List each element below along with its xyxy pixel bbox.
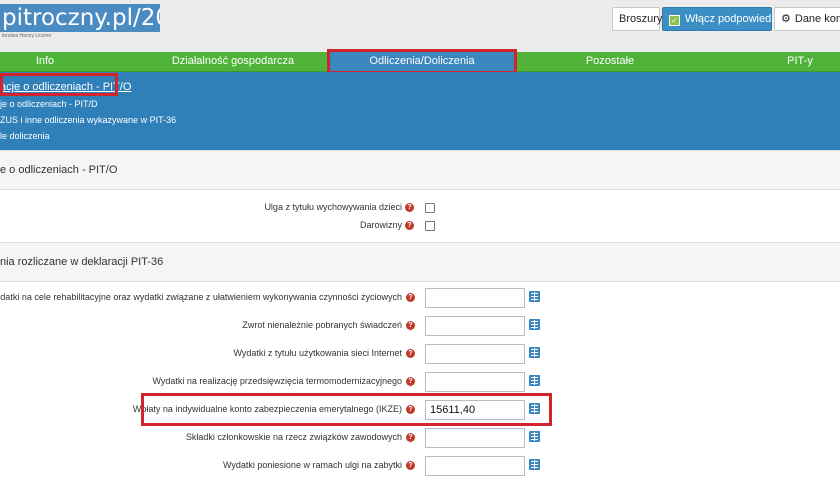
calculator-icon[interactable] [529,375,540,386]
termomodernizacja-input[interactable] [425,372,525,392]
help-icon[interactable]: ? [405,221,414,230]
help-icon[interactable]: ? [406,321,415,330]
broszury-label: Broszury [619,13,663,25]
subnav-panel: acje o odliczeniach - PIT/O je o odlicze… [0,72,840,150]
dane-konta-label: Dane konta [794,13,840,25]
nav-item-info[interactable]: Info [0,52,90,71]
section-header-pito: e o odliczeniach - PIT/O [0,150,840,190]
rehabilitacja-input[interactable] [425,288,525,308]
ikze-input[interactable]: 15611,40 [425,400,525,420]
calculator-icon[interactable] [529,347,540,358]
subnav-item-doliczenia[interactable]: le doliczenia [0,131,50,141]
calculator-icon[interactable] [529,291,540,302]
dane-konta-button[interactable]: ⚙Dane konta [774,7,840,31]
subnav-item-zus[interactable]: ZUS i inne odliczenia wykazywane w PIT-3… [0,115,176,125]
ulga-dzieci-label: Ulga z tytułu wychowywania dzieci [264,202,402,212]
darowizny-label: Darowizny [359,220,402,230]
internet-input[interactable] [425,344,525,364]
nav-item-dzialalnosc[interactable]: Działalność gospodarcza [140,52,326,71]
help-icon[interactable]: ? [406,377,415,386]
help-icon[interactable]: ? [406,433,415,442]
logo[interactable]: pitroczny.pl/2025 [0,4,160,32]
rehabilitacja-label: Wydatki na cele rehabilitacyjne oraz wyd… [0,292,402,302]
skladki-zwiazki-input[interactable] [425,428,525,448]
nav-item-pity[interactable]: PIT-y [720,52,840,71]
logo-subtitle: torstwa Hanny Liczner [2,33,52,39]
zwrot-swiadczen-label: Zwrot nienależnie pobranych świadczeń [242,320,402,330]
main-content: e o odliczeniach - PIT/O Ulga z tytułu w… [0,150,840,480]
podpowiedzi-toggle-button[interactable]: ✓ Włącz podpowiedzi [662,7,779,31]
skladki-zwiazki-label: Składki członkowskie na rzecz związków z… [185,432,402,442]
section-header-pit36: nia rozliczane w deklaracji PIT-36 [0,242,840,282]
help-icon[interactable]: ? [406,461,415,470]
gear-icon: ⚙ [781,13,791,25]
darowizny-checkbox[interactable] [425,221,435,231]
broszury-button[interactable]: Broszury [612,7,663,31]
help-icon[interactable]: ? [406,293,415,302]
top-header: pitroczny.pl/2025 torstwa Hanny Liczner … [0,0,840,52]
subnav-item-pitd[interactable]: je o odliczeniach - PIT/D [0,99,98,109]
zabytki-label: Wydatki poniesione w ramach ulgi na zaby… [222,460,402,470]
nav-item-pozostale[interactable]: Pozostałe [520,52,700,71]
termomodernizacja-label: Wydatki na realizację przedsięwzięcia te… [152,376,402,386]
help-icon[interactable]: ? [406,405,415,414]
subnav-item-pito[interactable]: acje o odliczeniach - PIT/O [0,81,131,93]
zabytki-input[interactable] [425,456,525,476]
calculator-icon[interactable] [529,459,540,470]
ulga-dzieci-checkbox[interactable] [425,203,435,213]
calculator-icon[interactable] [529,403,540,414]
calculator-icon[interactable] [529,431,540,442]
calculator-icon[interactable] [529,319,540,330]
zwrot-swiadczen-input[interactable] [425,316,525,336]
check-icon: ✓ [669,15,680,26]
section-title-pit36: nia rozliczane w deklaracji PIT-36 [0,256,164,268]
ikze-label: Wpłaty na indywidualne konto zabezpiecze… [132,404,402,414]
podpowiedzi-label: Włącz podpowiedzi [685,13,780,25]
help-icon[interactable]: ? [405,203,414,212]
help-icon[interactable]: ? [406,349,415,358]
internet-label: Wydatki z tytułu użytkowania sieci Inter… [233,348,403,358]
nav-item-odliczenia[interactable]: Odliczenia/Doliczenia [330,52,514,71]
section-title-pito: e o odliczeniach - PIT/O [0,164,118,176]
main-nav: Info Działalność gospodarcza Odliczenia/… [0,52,840,72]
